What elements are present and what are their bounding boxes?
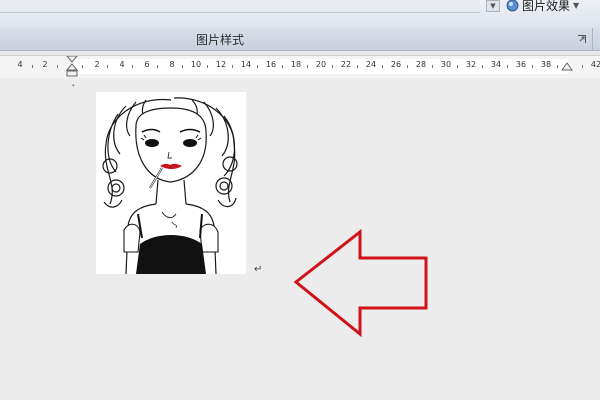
ruler-tick-mark (507, 65, 508, 68)
horizontal-ruler[interactable]: 4 2 2 4 6 8 10 12 14 16 18 20 22 24 26 28 30 32 34 36 38 42 (0, 55, 600, 79)
ruler-tick-mark (232, 65, 233, 68)
ruler-tick-label: 8 (169, 60, 175, 69)
ruler-tick-label: 32 (465, 60, 477, 69)
document-area[interactable]: ˔ ↵ (0, 78, 600, 400)
picture-styles-gallery[interactable] (0, 0, 480, 13)
ruler-tick-mark (82, 65, 83, 68)
ribbon: ▼ 图片效果 ▼ (0, 0, 600, 29)
ruler-tick-label: 28 (415, 60, 427, 69)
text-caret: ˔ (71, 81, 76, 91)
ruler-tick-mark (382, 65, 383, 68)
picture-effects-label: 图片效果 (522, 0, 571, 13)
ruler-tick-mark (132, 65, 133, 68)
ruler-tick-mark (457, 65, 458, 68)
ruler-tick-mark (257, 65, 258, 68)
ruler-tick-label: 30 (440, 60, 452, 69)
ruler-tick-label: 6 (144, 60, 150, 69)
paragraph-mark: ↵ (254, 264, 263, 275)
ruler-tick-mark (207, 65, 208, 68)
ruler-tick-mark (182, 65, 183, 68)
ruler-tick-mark (57, 65, 58, 68)
ribbon-group-picture-styles: 图片样式 (0, 28, 600, 51)
ruler-tick-label: 14 (240, 60, 252, 69)
group-separator (592, 28, 593, 50)
ruler-tick-label: 36 (515, 60, 527, 69)
chevron-down-icon: ▼ (573, 0, 580, 10)
ruler-tick-label: 38 (540, 60, 552, 69)
ruler-tick-mark (582, 65, 583, 68)
ruler-tick-label: 24 (365, 60, 377, 69)
ruler-tick-mark (282, 65, 283, 68)
ruler-tick-label: 2 (42, 60, 48, 69)
right-indent-marker-icon[interactable] (561, 62, 573, 72)
ruler-tick-mark (432, 65, 433, 68)
ruler-tick-mark (307, 65, 308, 68)
group-title: 图片样式 (195, 33, 244, 47)
ruler-tick-mark (357, 65, 358, 68)
ruler-tick-mark (482, 65, 483, 68)
ruler-tick-label: 26 (390, 60, 402, 69)
inserted-picture[interactable] (96, 92, 246, 274)
ruler-tick-mark (532, 65, 533, 68)
ruler-tick-mark (32, 65, 33, 68)
ruler-tick-label: 2 (94, 60, 100, 69)
ruler-tick-mark (107, 65, 108, 68)
ruler-tick-label: 20 (315, 60, 327, 69)
red-arrow-annotation (293, 228, 428, 338)
ruler-tick-mark (332, 65, 333, 68)
ruler-tick-label: 22 (340, 60, 352, 69)
ruler-tick-label: 18 (290, 60, 302, 69)
ruler-tick-label: 4 (17, 60, 23, 69)
picture-effects-icon (506, 0, 519, 11)
ruler-tick-label: 42 (590, 60, 600, 69)
ruler-tick-label: 34 (490, 60, 502, 69)
ruler-tick-label: 4 (119, 60, 125, 69)
ruler-tick-label: 10 (190, 60, 202, 69)
ruler-tick-mark (407, 65, 408, 68)
ruler-tick-mark (557, 65, 558, 68)
picture-effects-button[interactable]: 图片效果 ▼ (506, 0, 579, 13)
ruler-tick-mark (157, 65, 158, 68)
dialog-launcher-icon[interactable] (578, 35, 586, 43)
ruler-tick-label: 16 (265, 60, 277, 69)
indent-marker-icon[interactable] (64, 56, 80, 78)
ruler-tick-label: 12 (215, 60, 227, 69)
gallery-more-button[interactable]: ▼ (486, 0, 500, 12)
chevron-down-icon: ▼ (490, 2, 496, 10)
